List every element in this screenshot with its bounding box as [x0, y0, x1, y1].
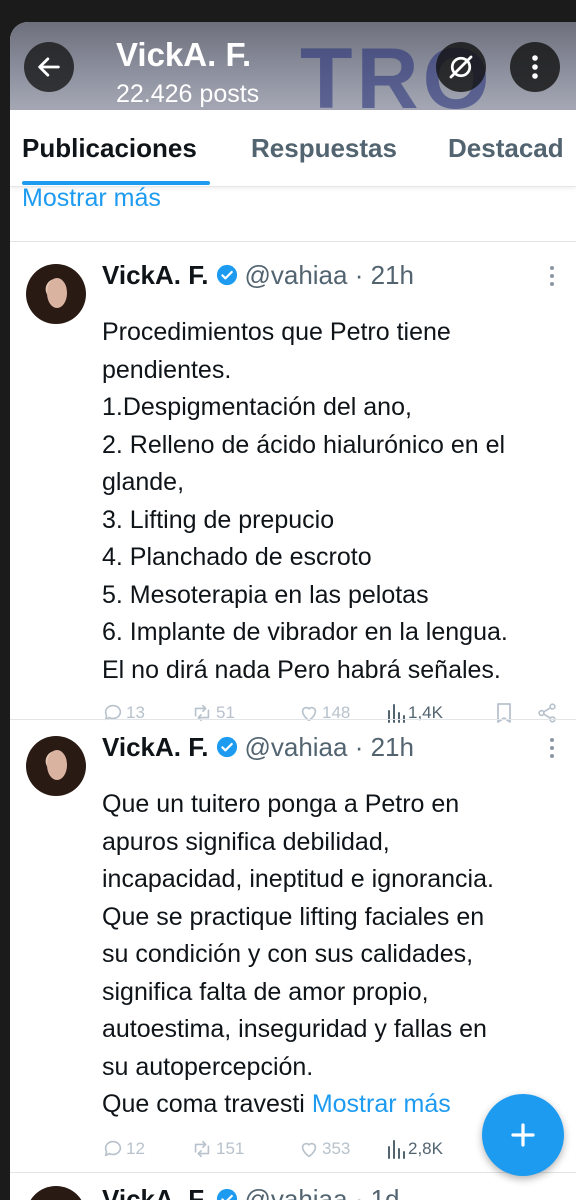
share-button[interactable]: [536, 698, 558, 728]
bookmark-icon: [497, 703, 511, 723]
like-button[interactable]: 148: [298, 698, 350, 728]
avatar[interactable]: [26, 1186, 86, 1200]
repost-count: 151: [216, 1139, 245, 1158]
tweet-actions: 13 51 148 1,4K: [102, 698, 562, 728]
app-screen: TRO VickA. F. 22.426 posts Publicaciones…: [10, 22, 576, 1200]
tweet-text-line: 5. Mesoterapia en las pelotas: [102, 580, 429, 609]
views-button[interactable]: 1,4K: [386, 698, 443, 728]
tweet-handle-time: @vahiaa · 21h: [244, 259, 414, 290]
repost-count: 51: [216, 703, 235, 722]
tweet-more-button[interactable]: [550, 266, 554, 286]
bookmark-button[interactable]: [494, 698, 514, 728]
header-post-count: 22.426 posts: [116, 80, 260, 108]
verified-badge-icon: [216, 1188, 238, 1200]
reply-button[interactable]: 12: [102, 1134, 145, 1164]
divider: [10, 719, 576, 720]
avatar[interactable]: [26, 736, 86, 796]
tweet-author-name[interactable]: VickA. F.: [102, 260, 208, 291]
tweet-text-line: pendientes.: [102, 355, 232, 384]
views-chart-icon: [388, 1140, 405, 1159]
tweet-text-line: glande,: [102, 468, 185, 496]
divider: [10, 241, 576, 242]
plus-icon: [511, 1123, 535, 1147]
show-more-link[interactable]: Mostrar más: [22, 184, 161, 213]
tweet-text-line: 1.Despigmentación del ano,: [102, 393, 412, 421]
divider: [10, 1172, 576, 1173]
tweet-text-line: significa falta de amor propio,: [102, 977, 429, 1006]
avatar[interactable]: [26, 264, 86, 324]
compose-button[interactable]: [482, 1094, 564, 1176]
tweet-author-name[interactable]: VickA. F.: [102, 732, 208, 763]
tweet-text-line: Procedimientos que Petro tiene: [102, 318, 451, 346]
tweet-text-line: 3. Lifting de prepucio: [102, 505, 335, 534]
repost-button[interactable]: 151: [190, 1134, 244, 1164]
tweet-text: Que un tuitero ponga a Petro en apuros s…: [102, 786, 572, 1124]
show-more-link[interactable]: Mostrar más: [312, 1090, 451, 1118]
like-count: 148: [322, 703, 351, 722]
verified-badge-icon: [216, 264, 238, 286]
tweet-text-line: su autopercepción.: [102, 1052, 314, 1081]
tweet-header: VickA. F. @vahiaa · 21h: [102, 730, 414, 764]
tweet-handle-time: @vahiaa · 1d: [244, 1183, 400, 1200]
like-button[interactable]: 353: [298, 1134, 350, 1164]
like-count: 353: [322, 1139, 351, 1158]
repost-button[interactable]: 51: [190, 698, 235, 728]
reply-button[interactable]: 13: [102, 698, 145, 728]
verified-badge-icon: [216, 736, 238, 758]
arrow-left-icon: [38, 57, 60, 77]
views-count: 1,4K: [408, 703, 443, 722]
header-profile-name: VickA. F.: [116, 36, 252, 73]
back-button[interactable]: [24, 42, 74, 92]
views-button[interactable]: 2,8K: [386, 1134, 443, 1164]
tweet-header: VickA. F. @vahiaa · 1d: [102, 1182, 400, 1200]
slash-circle-icon: [449, 55, 473, 79]
reply-count: 13: [126, 703, 145, 722]
tweet-text-line: 4. Planchado de escroto: [102, 543, 372, 571]
tweet-handle-time: @vahiaa · 21h: [244, 731, 414, 762]
tab-destacados[interactable]: Destacad: [448, 110, 564, 186]
tweet-more-button[interactable]: [550, 738, 554, 758]
profile-tabs: Publicaciones Respuestas Destacad: [10, 110, 576, 187]
tweet-text-line: 6. Implante de vibrador en la lengua.: [102, 618, 508, 646]
views-count: 2,8K: [408, 1139, 443, 1158]
tweet-text-line: Que un tuitero ponga a Petro en: [102, 790, 460, 818]
tweet-text: Procedimientos que Petro tiene pendiente…: [102, 314, 572, 689]
repost-icon: [194, 1140, 210, 1158]
profile-header: TRO VickA. F. 22.426 posts: [10, 22, 576, 110]
tweet-text-line: apuros significa debilidad,: [102, 827, 390, 856]
tweet-text-line: El no dirá nada Pero habrá señales.: [102, 655, 501, 684]
reply-icon: [104, 704, 122, 721]
tweet-text-line: incapacidad, ineptitud e ignorancia.: [102, 865, 494, 893]
tweet-text-line: Que se practique lifting faciales en: [102, 902, 485, 931]
tweet-text-line: 2. Relleno de ácido hialurónico en el: [102, 430, 506, 459]
views-chart-icon: [388, 704, 405, 723]
heart-icon: [301, 706, 317, 722]
share-icon: [538, 703, 556, 723]
heart-icon: [301, 1142, 317, 1158]
repost-icon: [194, 704, 210, 722]
reply-count: 12: [126, 1139, 145, 1158]
tweet-text-line: su condición y con sus calidades,: [102, 940, 474, 968]
notifications-off-button[interactable]: [436, 42, 486, 92]
vertical-dots-icon: [532, 55, 538, 79]
tweet-text-fragment: Que coma travesti: [102, 1090, 305, 1118]
tab-respuestas[interactable]: Respuestas: [251, 110, 397, 186]
more-options-button[interactable]: [510, 42, 560, 92]
tweet-author-name[interactable]: VickA. F.: [102, 1184, 208, 1200]
tweet-text-line: autoestima, inseguridad y fallas en: [102, 1015, 487, 1043]
tweet-header: VickA. F. @vahiaa · 21h: [102, 258, 414, 292]
tab-publicaciones[interactable]: Publicaciones: [22, 110, 197, 186]
reply-icon: [104, 1140, 122, 1157]
